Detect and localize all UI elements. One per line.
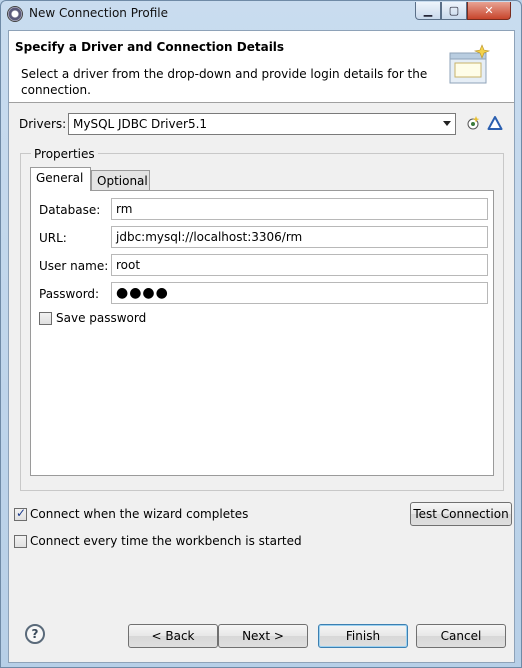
page-title: Specify a Driver and Connection Details [15,40,285,54]
save-password-label: Save password [56,311,147,325]
connect-on-start-label: Connect every time the workbench is star… [30,534,302,548]
title-bar[interactable]: New Connection Profile ▁ ▢ ✕ [1,1,521,29]
wizard-banner-icon [449,44,491,84]
drivers-selected-value: MySQL JDBC Driver5.1 [73,117,208,131]
connect-on-complete-checkbox[interactable] [14,506,27,521]
back-button[interactable]: < Back [128,624,218,648]
save-password-checkbox[interactable] [39,312,52,325]
minimize-icon: ▁ [423,4,433,17]
password-label: Password: [39,287,100,301]
minimize-button[interactable]: ▁ [415,2,441,20]
dialog-window: New Connection Profile ▁ ▢ ✕ Specify a D… [0,0,522,668]
database-label: Database: [39,203,101,217]
maximize-icon: ▢ [448,4,460,17]
tab-optional[interactable]: Optional [91,170,150,192]
connect-on-complete-label: Connect when the wizard completes [30,507,249,521]
connect-on-start-checkbox[interactable] [14,535,27,548]
drivers-label: Drivers: [19,117,67,131]
chevron-down-icon [443,121,451,126]
url-input[interactable]: jdbc:mysql://localhost:3306/rm [111,226,488,248]
maximize-button[interactable]: ▢ [441,2,467,20]
password-input[interactable]: ●●●● [111,282,488,304]
close-icon: ✕ [484,4,494,17]
properties-legend: Properties [31,147,98,161]
finish-button[interactable]: Finish [318,624,408,648]
next-button[interactable]: Next > [218,624,308,648]
cancel-button[interactable]: Cancel [416,624,506,648]
dialog-body: Specify a Driver and Connection Details … [8,30,515,663]
app-icon [7,6,23,22]
wizard-header: Specify a Driver and Connection Details … [9,31,514,103]
username-label: User name: [39,259,109,273]
edit-driver-icon[interactable] [487,115,503,131]
test-connection-button[interactable]: Test Connection [410,502,512,526]
help-icon[interactable]: ? [25,624,45,644]
database-input[interactable]: rm [111,198,488,220]
url-label: URL: [39,231,67,245]
page-description: Select a driver from the drop-down and p… [21,67,428,97]
username-input[interactable]: root [111,254,488,276]
general-tab-panel: Database: rm URL: jdbc:mysql://localhost… [30,190,494,476]
new-driver-icon[interactable] [465,115,481,131]
drivers-dropdown[interactable]: MySQL JDBC Driver5.1 [68,113,456,135]
close-button[interactable]: ✕ [467,2,511,20]
tab-general[interactable]: General [30,167,91,191]
window-title: New Connection Profile [29,6,169,20]
